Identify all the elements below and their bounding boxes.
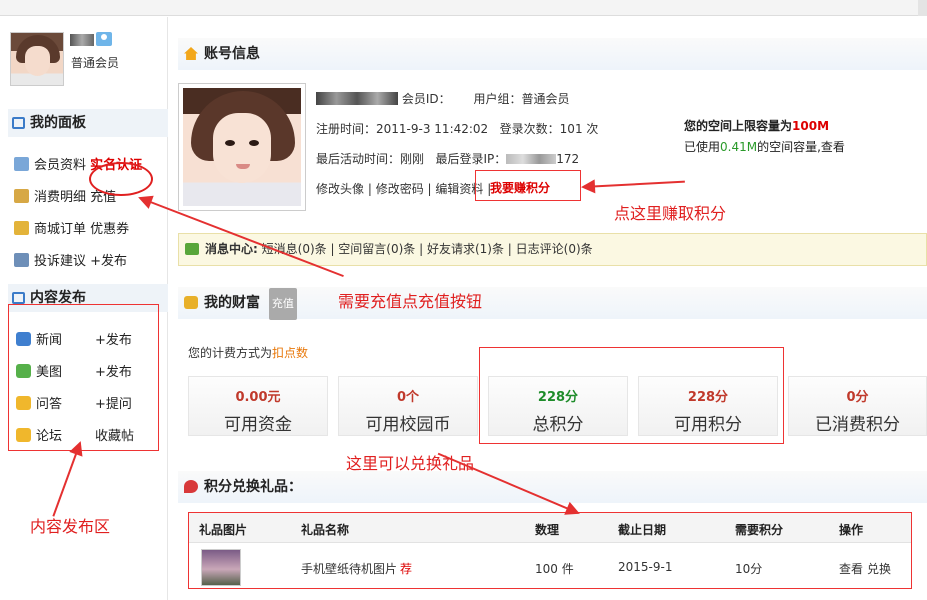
recharge-badge[interactable]: 充值	[268, 288, 297, 320]
arrow-earn-points	[582, 180, 685, 188]
earn-points-link[interactable]: 我要赚积分	[490, 179, 550, 196]
message-center-bar: 消息中心: 短消息(0)条 | 空间留言(0)条 | 好友请求(1)条 | 日志…	[178, 233, 927, 266]
gift-view-link[interactable]: 查看	[839, 560, 863, 577]
gifts-table-header: 礼品图片 礼品名称 数理 截止日期 需要积分 操作	[189, 513, 911, 543]
space-capacity: 您的空间上限容量为100M	[684, 119, 830, 133]
earn-points-highlight: 我要赚积分	[475, 170, 581, 201]
complaint-publish-link[interactable]: +发布	[90, 254, 127, 269]
coupon-link[interactable]: 优惠券	[90, 222, 129, 237]
gift-name[interactable]: 手机壁纸待机图片荐	[301, 560, 412, 577]
gift-deadline: 2015-9-1	[618, 560, 673, 574]
member-badge-icon	[96, 32, 112, 46]
account-header: 账号信息	[178, 38, 927, 70]
points-highlight	[479, 347, 784, 444]
billing-mode: 您的计费方式为扣点数	[188, 346, 309, 360]
account-links: 修改头像 | 修改密码 | 编辑资料 |	[316, 182, 492, 196]
space-used: 已使用0.41M的空间容量,查看	[684, 140, 845, 154]
ip-blurred	[506, 154, 557, 164]
profile-icon	[14, 157, 29, 171]
wealth-card-spent-points: 0分 已消费积分	[788, 376, 927, 436]
top-bar	[0, 0, 927, 16]
username-blurred-large	[316, 92, 398, 105]
content-icon	[12, 292, 25, 304]
gift-thumbnail[interactable]	[201, 549, 241, 586]
wallet-icon	[184, 296, 198, 309]
gifts-table: 礼品图片 礼品名称 数理 截止日期 需要积分 操作 手机壁纸待机图片荐 100 …	[188, 512, 912, 589]
change-password-link[interactable]: 修改密码	[376, 182, 424, 196]
home-icon	[184, 47, 198, 60]
annotation-earn-points: 点这里赚取积分	[614, 204, 727, 223]
sidebar-item-complaint[interactable]: 投诉建议 +发布	[14, 250, 127, 269]
register-row: 注册时间：2011-9-3 11:42:02 登录次数：101 次	[316, 122, 599, 136]
orders-icon	[14, 221, 29, 235]
panel-icon	[12, 117, 25, 129]
sidebar-item-orders[interactable]: 商城订单 优惠券	[14, 218, 129, 237]
annotation-recharge: 需要充值点充值按钮	[338, 292, 483, 311]
gift-exchange-link[interactable]: 兑换	[867, 560, 891, 577]
wealth-card-campus-coins: 0个 可用校园币	[338, 376, 478, 436]
heart-icon	[184, 480, 198, 493]
complaint-icon	[14, 253, 29, 267]
content-area-highlight	[8, 304, 159, 451]
gift-count: 100 件	[535, 562, 574, 576]
coins-icon	[14, 189, 29, 203]
user-avatar-large[interactable]	[178, 83, 306, 211]
user-avatar-small[interactable]	[10, 32, 64, 86]
gifts-header: 积分兑换礼品：	[178, 471, 927, 503]
speaker-icon	[185, 243, 199, 255]
message-links[interactable]: 短消息(0)条 | 空间留言(0)条 | 好友请求(1)条 | 日志评论(0)条	[262, 242, 593, 256]
panel-section-title: 我的面板	[8, 109, 168, 137]
annotation-content-area: 内容发布区	[30, 517, 111, 536]
member-id-row: 会员ID： 用户组：普通会员	[316, 90, 570, 107]
wealth-card-funds: 0.00元 可用资金	[188, 376, 328, 436]
last-active-row: 最后活动时间：刚刚 最后登录IP： 172	[316, 152, 580, 166]
gift-points: 10分	[735, 562, 763, 576]
user-level: 普通会员	[71, 56, 120, 70]
wealth-header: 我的财富 充值	[178, 287, 927, 320]
edit-avatar-link[interactable]: 修改头像	[316, 182, 364, 196]
username-blurred	[70, 34, 94, 46]
